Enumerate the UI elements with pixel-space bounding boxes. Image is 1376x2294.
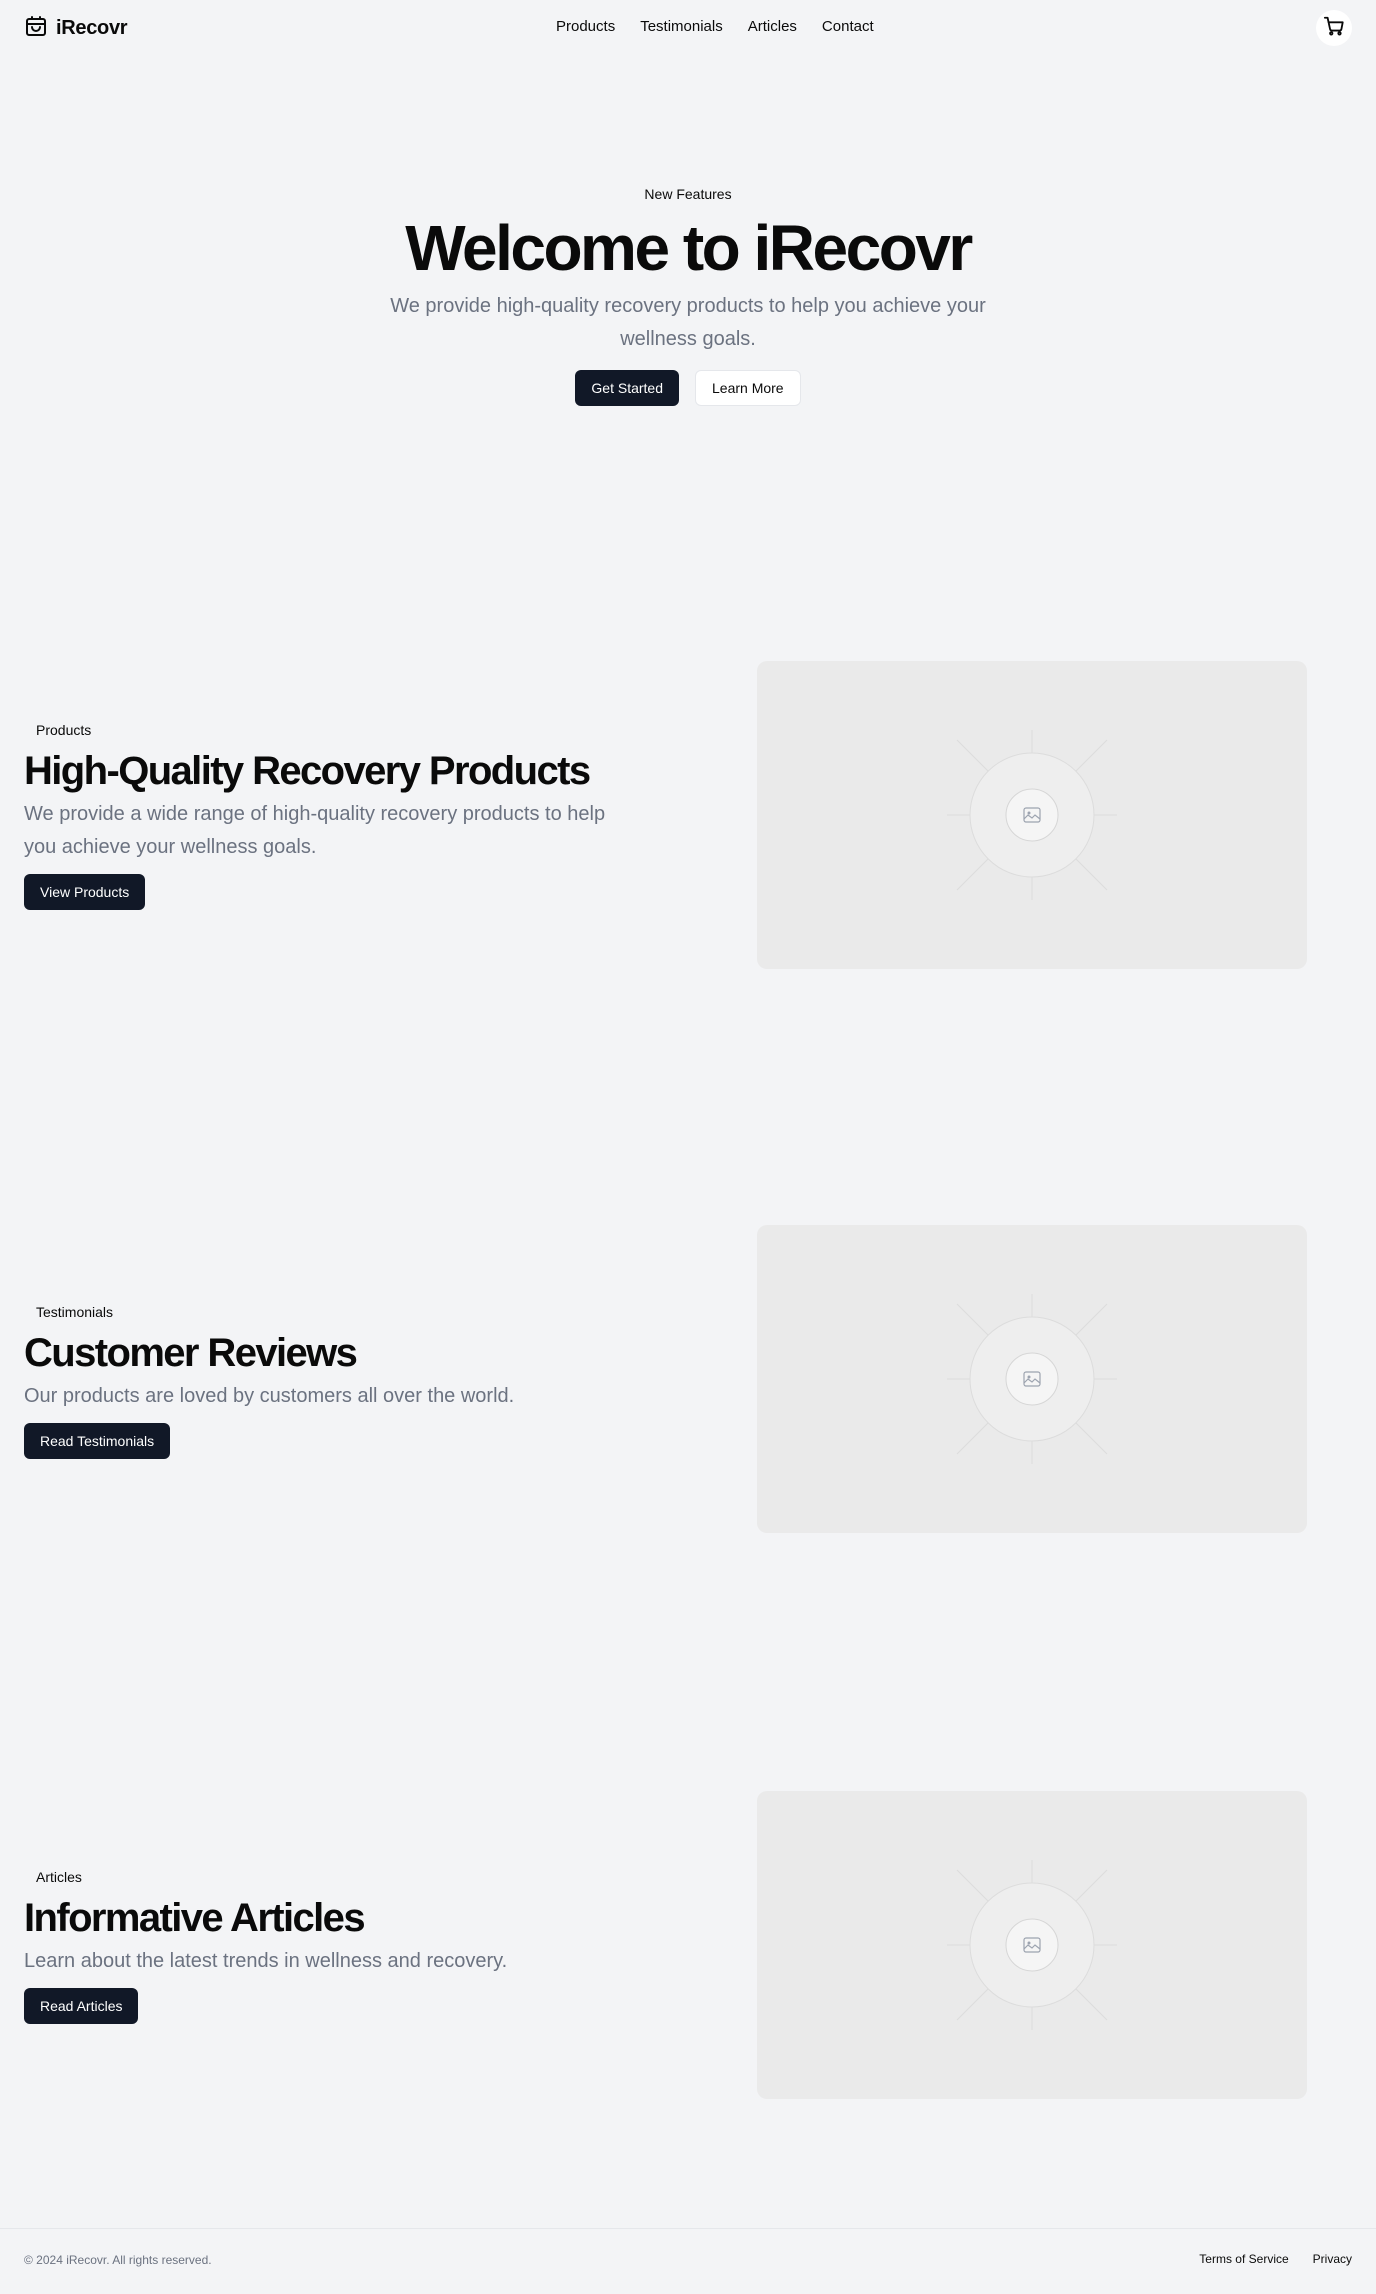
terms-link[interactable]: Terms of Service: [1199, 2252, 1288, 2266]
feature-title: Customer Reviews: [24, 1331, 358, 1375]
hero-eyebrow: New Features: [644, 186, 732, 202]
read-testimonials-button[interactable]: Read Testimonials: [24, 1423, 171, 1459]
feature-text: Testimonials Customer Reviews Our produc…: [24, 1304, 624, 1459]
feature-title: High-Quality Recovery Products: [24, 749, 591, 793]
image-placeholder: [757, 661, 1307, 969]
feature-title: Informative Articles: [24, 1896, 366, 1940]
nav-link-testimonials[interactable]: Testimonials: [640, 18, 723, 35]
feature-testimonials: Testimonials Customer Reviews Our produc…: [0, 1225, 1376, 1535]
main-nav: Products Testimonials Articles Contact: [556, 18, 874, 35]
nav-link-products[interactable]: Products: [556, 18, 615, 35]
placeholder-center: [1005, 1352, 1059, 1406]
site-header: iRecovr Products Testimonials Articles C…: [0, 0, 1376, 56]
site-footer: © 2024 iRecovr. All rights reserved. Ter…: [0, 2228, 1376, 2294]
image-placeholder: [757, 1791, 1307, 2099]
view-products-button[interactable]: View Products: [24, 874, 146, 910]
feature-articles: Articles Informative Articles Learn abou…: [0, 1791, 1376, 2101]
feature-text: Articles Informative Articles Learn abou…: [24, 1869, 624, 2024]
read-articles-button[interactable]: Read Articles: [24, 1988, 139, 2024]
image-placeholder: [757, 1225, 1307, 1533]
feature-description: We provide a wide range of high-quality …: [24, 803, 606, 858]
cart-button[interactable]: [1316, 10, 1352, 46]
get-started-button[interactable]: Get Started: [575, 370, 679, 406]
feature-badge: Articles: [36, 1869, 82, 1885]
copyright-text: © 2024 iRecovr. All rights reserved.: [24, 2253, 212, 2267]
feature-description: Learn about the latest trends in wellnes…: [24, 1950, 508, 1972]
privacy-link[interactable]: Privacy: [1313, 2252, 1352, 2266]
brand-logo[interactable]: iRecovr: [24, 14, 128, 43]
feature-description: Our products are loved by customers all …: [24, 1385, 515, 1407]
hero-subtitle: We provide high-quality recovery product…: [390, 295, 986, 350]
nav-link-contact[interactable]: Contact: [822, 18, 874, 35]
hero-title: Welcome to iRecovr: [405, 212, 973, 284]
package-icon: [24, 14, 48, 43]
feature-badge: Testimonials: [36, 1304, 114, 1320]
hero-section: New Features Welcome to iRecovr We provi…: [0, 186, 1376, 406]
feature-text: Products High-Quality Recovery Products …: [24, 722, 624, 910]
hero-actions: Get Started Learn More: [0, 370, 1376, 406]
nav-link-articles[interactable]: Articles: [748, 18, 797, 35]
brand-name: iRecovr: [56, 17, 128, 39]
learn-more-button[interactable]: Learn More: [695, 370, 801, 406]
feature-products: Products High-Quality Recovery Products …: [0, 660, 1376, 970]
footer-links: Terms of Service Privacy: [1199, 2252, 1352, 2266]
feature-badge: Products: [36, 722, 92, 738]
placeholder-center: [1005, 788, 1059, 842]
placeholder-center: [1005, 1918, 1059, 1972]
shopping-cart-icon: [1323, 15, 1345, 42]
